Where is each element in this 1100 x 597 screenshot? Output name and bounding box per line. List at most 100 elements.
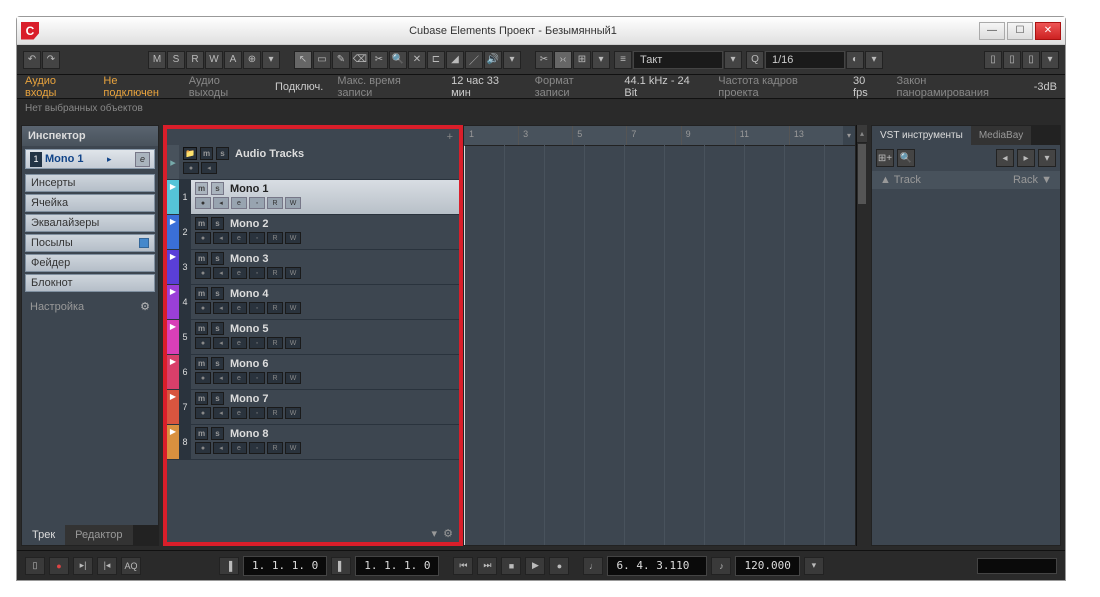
recfmt-value[interactable]: 44.1 kHz - 24 Bit <box>624 75 704 99</box>
auto-button[interactable]: A <box>224 51 242 69</box>
folder-mute-button[interactable]: m <box>200 147 213 160</box>
monitor-button[interactable]: ◂ <box>213 407 229 419</box>
edit-channel-button[interactable]: e <box>231 337 247 349</box>
grid-dropdown[interactable]: ▾ <box>592 51 610 69</box>
solo-button[interactable]: s <box>211 322 224 335</box>
monitor-button[interactable]: ◂ <box>213 267 229 279</box>
layout-3-button[interactable]: ▯ <box>1022 51 1040 69</box>
vst-menu-button[interactable]: ▾ <box>1038 149 1056 167</box>
edit-channel-button[interactable]: e <box>231 267 247 279</box>
solo-button[interactable]: s <box>211 252 224 265</box>
grid-type-button[interactable]: ⊞ <box>573 51 591 69</box>
read-auto-button[interactable]: R <box>267 197 283 209</box>
monitor-button[interactable]: ◂ <box>213 302 229 314</box>
arrow-tool[interactable]: ↖ <box>294 51 312 69</box>
tab-mediabay[interactable]: MediaBay <box>971 126 1031 145</box>
mute-button[interactable]: m <box>195 252 208 265</box>
write-auto-button[interactable]: W <box>285 232 301 244</box>
read-auto-button[interactable]: R <box>267 232 283 244</box>
folder-track-row[interactable]: ▸ 📁 m s Audio Tracks ● <box>167 145 459 180</box>
solo-button[interactable]: s <box>211 427 224 440</box>
trans-record-arm[interactable]: ● <box>49 557 69 575</box>
edit-channel-button[interactable]: e <box>231 302 247 314</box>
record-button[interactable]: ● <box>549 557 569 575</box>
crossfade-button[interactable]: ⊕ <box>243 51 261 69</box>
vst-prev-button[interactable]: ◂ <box>996 149 1014 167</box>
track-row[interactable]: ▶6msMono 6●◂e◦RW <box>167 355 459 390</box>
quantize-apply-button[interactable]: ◐ <box>846 51 864 69</box>
tempo-menu-button[interactable]: ▾ <box>804 557 824 575</box>
tab-editor[interactable]: Редактор <box>65 525 132 545</box>
play-button[interactable]: ▶ <box>525 557 545 575</box>
mute-all-button[interactable]: M <box>148 51 166 69</box>
mute-button[interactable]: m <box>195 287 208 300</box>
vst-add-button[interactable]: ⊞+ <box>876 149 894 167</box>
read-auto-button[interactable]: R <box>267 407 283 419</box>
trans-punch-button[interactable]: |◂ <box>97 557 117 575</box>
folder-solo-button[interactable]: s <box>216 147 229 160</box>
freeze-button[interactable]: ◦ <box>249 442 265 454</box>
arrange-area[interactable]: 135791113 ▾ <box>463 125 856 546</box>
minimize-button[interactable]: — <box>979 22 1005 40</box>
write-auto-button[interactable]: W <box>285 337 301 349</box>
zoom-tool[interactable]: 🔍 <box>389 51 407 69</box>
write-auto-button[interactable]: W <box>285 197 301 209</box>
right-locator-display[interactable]: 1. 1. 1. 0 <box>355 556 439 576</box>
vst-header-track[interactable]: ▲ Track <box>880 174 921 186</box>
grid-value[interactable]: Такт <box>633 51 723 69</box>
dropdown-button[interactable]: ▾ <box>262 51 280 69</box>
solo-button[interactable]: s <box>211 217 224 230</box>
read-auto-button[interactable]: R <box>267 337 283 349</box>
monitor-button[interactable]: ◂ <box>213 442 229 454</box>
inspector-section-2[interactable]: Эквалайзеры <box>25 214 155 232</box>
glue-tool[interactable]: ⊏ <box>427 51 445 69</box>
erase-tool[interactable]: ⌫ <box>351 51 369 69</box>
timestretch-tool[interactable]: ◢ <box>446 51 464 69</box>
folder-ctrl-1[interactable]: ● <box>183 162 199 174</box>
draw-tool[interactable]: ✎ <box>332 51 350 69</box>
write-auto-button[interactable]: W <box>205 51 223 69</box>
record-enable-button[interactable]: ● <box>195 267 211 279</box>
audio-in-value[interactable]: Не подключен <box>103 75 174 99</box>
freeze-button[interactable]: ◦ <box>249 197 265 209</box>
grid-icon[interactable]: ≡ <box>614 51 632 69</box>
write-auto-button[interactable]: W <box>285 407 301 419</box>
edit-channel-button[interactable]: e <box>231 407 247 419</box>
pan-value[interactable]: -3dB <box>1034 81 1057 93</box>
stop-button[interactable]: ■ <box>501 557 521 575</box>
solo-button[interactable]: s <box>211 287 224 300</box>
solo-button[interactable]: s <box>211 182 224 195</box>
tab-track[interactable]: Трек <box>22 525 65 545</box>
color-tool[interactable]: ▾ <box>503 51 521 69</box>
track-row[interactable]: ▶8msMono 8●◂e◦RW <box>167 425 459 460</box>
record-enable-button[interactable]: ● <box>195 197 211 209</box>
track-row[interactable]: ▶7msMono 7●◂e◦RW <box>167 390 459 425</box>
vertical-scrollbar[interactable]: ▴ <box>856 125 867 546</box>
inspector-track-header[interactable]: 1 Mono 1 ▸ e <box>25 149 155 169</box>
edit-icon[interactable]: e <box>135 152 150 167</box>
left-locator-icon[interactable]: ▐ <box>219 557 239 575</box>
tracklist-expand-icon[interactable]: ▾ <box>431 528 437 540</box>
inspector-section-1[interactable]: Ячейка <box>25 194 155 212</box>
track-row[interactable]: ▶1msMono 1●◂e◦RW <box>167 180 459 215</box>
mute-button[interactable]: m <box>195 392 208 405</box>
edit-channel-button[interactable]: e <box>231 197 247 209</box>
mute-tool[interactable]: ✕ <box>408 51 426 69</box>
write-auto-button[interactable]: W <box>285 372 301 384</box>
gear-icon[interactable]: ⚙ <box>140 300 150 313</box>
record-enable-button[interactable]: ● <box>195 407 211 419</box>
freeze-button[interactable]: ◦ <box>249 407 265 419</box>
write-auto-button[interactable]: W <box>285 267 301 279</box>
tempo-icon[interactable]: ♪ <box>711 557 731 575</box>
freeze-button[interactable]: ◦ <box>249 302 265 314</box>
layout-2-button[interactable]: ▯ <box>1003 51 1021 69</box>
monitor-button[interactable]: ◂ <box>213 372 229 384</box>
play-tool[interactable]: 🔊 <box>484 51 502 69</box>
inspector-settings[interactable]: Настройка ⚙ <box>22 294 158 319</box>
titlebar[interactable]: C Cubase Elements Проект - Безымянный1 —… <box>17 17 1065 45</box>
solo-all-button[interactable]: S <box>167 51 185 69</box>
cursor-position-display[interactable]: 6. 4. 3.110 <box>607 556 707 576</box>
mute-button[interactable]: m <box>195 357 208 370</box>
track-row[interactable]: ▶3msMono 3●◂e◦RW <box>167 250 459 285</box>
trans-cycle-button[interactable]: ▸| <box>73 557 93 575</box>
